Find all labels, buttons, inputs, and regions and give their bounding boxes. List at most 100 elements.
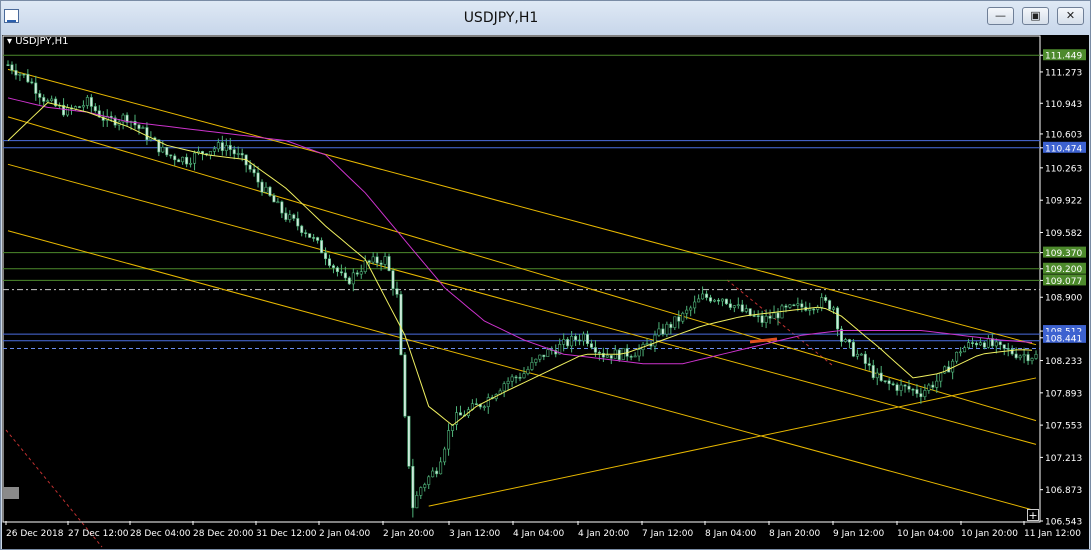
candle-body bbox=[1034, 354, 1038, 359]
candle-body bbox=[836, 307, 840, 330]
candle-body bbox=[772, 312, 776, 319]
candle-body bbox=[990, 338, 994, 347]
candle-body bbox=[859, 353, 863, 356]
candle-body bbox=[228, 145, 232, 150]
candle-body bbox=[328, 258, 331, 266]
candle-body bbox=[538, 354, 542, 360]
title-bar[interactable]: USDJPY,H1 — ▣ ✕ bbox=[1, 1, 1090, 35]
close-button[interactable]: ✕ bbox=[1057, 7, 1084, 25]
candle-body bbox=[653, 334, 657, 347]
candle-body bbox=[208, 151, 212, 156]
time-label: 4 Jan 20:00 bbox=[578, 529, 630, 539]
candle-body bbox=[320, 240, 324, 254]
price-label: 110.474 bbox=[1045, 144, 1082, 154]
candle-body bbox=[593, 347, 597, 353]
minimize-icon: — bbox=[995, 9, 1006, 22]
candle-body bbox=[42, 97, 46, 102]
candle-body bbox=[435, 470, 439, 475]
time-label: 28 Dec 04:00 bbox=[130, 529, 191, 539]
minimize-button[interactable]: — bbox=[987, 7, 1014, 25]
candle-body bbox=[339, 271, 343, 274]
candle-body bbox=[395, 288, 399, 295]
candle-body bbox=[998, 341, 1002, 346]
candle-body bbox=[681, 312, 685, 322]
time-label: 26 Dec 2018 bbox=[6, 529, 64, 539]
candle-body bbox=[415, 494, 419, 509]
candle-body bbox=[304, 232, 308, 234]
candle-body bbox=[701, 293, 705, 300]
candle-body bbox=[264, 186, 268, 193]
candle-body bbox=[867, 363, 871, 366]
candle-body bbox=[6, 64, 10, 66]
trend-line bbox=[7, 68, 1037, 346]
price-chart[interactable]: 111.449 111.273 110.943 110.603 110.474 110.2… bbox=[2, 35, 1089, 549]
order-marker bbox=[749, 337, 778, 344]
candle-body bbox=[431, 470, 435, 478]
symbol-label-text: USDJPY,H1 bbox=[15, 36, 69, 47]
candle-body bbox=[403, 354, 407, 417]
candle-body bbox=[526, 369, 530, 374]
candle-body bbox=[216, 142, 220, 150]
candle-body bbox=[899, 384, 903, 391]
candle-body bbox=[832, 307, 836, 310]
candle-body bbox=[351, 272, 355, 285]
candle-body bbox=[347, 277, 351, 285]
candle-body bbox=[669, 323, 673, 328]
candle-body bbox=[50, 98, 54, 101]
candle-body bbox=[705, 293, 709, 298]
candle-body bbox=[927, 384, 931, 391]
candle-body bbox=[427, 476, 431, 485]
time-label: 9 Jan 12:00 bbox=[833, 529, 885, 539]
candle-body bbox=[1002, 344, 1006, 349]
candle-body bbox=[77, 106, 81, 108]
candle-body bbox=[800, 303, 804, 308]
candle-body bbox=[851, 341, 855, 357]
candle-body bbox=[331, 265, 335, 268]
candle-body bbox=[1014, 353, 1018, 359]
candle-body bbox=[713, 299, 716, 302]
candle-body bbox=[185, 156, 189, 165]
chart-canvas[interactable]: 111.449 111.273 110.943 110.603 110.474 110.2… bbox=[2, 35, 1089, 549]
candle-body bbox=[986, 338, 990, 348]
candle-body bbox=[915, 389, 919, 394]
price-label: 109.370 bbox=[1045, 249, 1082, 259]
candle-body bbox=[776, 312, 780, 319]
trend-line bbox=[7, 163, 1037, 445]
candle-body bbox=[685, 309, 689, 314]
candle-body bbox=[661, 328, 665, 335]
candle-body bbox=[967, 342, 971, 348]
candle-body bbox=[423, 484, 427, 488]
candle-body bbox=[855, 353, 859, 357]
restore-button[interactable]: ▣ bbox=[1022, 7, 1049, 25]
price-label: 106.543 bbox=[1045, 518, 1082, 528]
candle-body bbox=[14, 70, 18, 76]
candle-body bbox=[903, 384, 907, 387]
candle-body bbox=[375, 256, 379, 264]
candle-body bbox=[542, 354, 546, 357]
price-label: 108.233 bbox=[1045, 357, 1082, 367]
candle-body bbox=[177, 159, 181, 163]
time-label: 31 Dec 12:00 bbox=[256, 529, 317, 539]
candle-body bbox=[510, 376, 514, 382]
candle-body bbox=[939, 372, 943, 382]
candle-body bbox=[748, 308, 752, 316]
candle-body bbox=[383, 256, 387, 265]
candle-body bbox=[387, 256, 391, 271]
price-label: 110.603 bbox=[1045, 130, 1082, 140]
candle-body bbox=[534, 358, 538, 363]
trend-line bbox=[7, 230, 1037, 512]
time-label: 3 Jan 12:00 bbox=[449, 529, 501, 539]
chart-scroll-handle[interactable] bbox=[3, 487, 19, 499]
time-label: 4 Jan 04:00 bbox=[513, 529, 565, 539]
candle-body bbox=[740, 304, 744, 312]
candle-body bbox=[744, 308, 748, 312]
candle-body bbox=[784, 305, 788, 308]
candle-body bbox=[165, 146, 169, 156]
candle-body bbox=[300, 225, 304, 233]
candle-body bbox=[752, 315, 756, 317]
candle-body bbox=[411, 465, 415, 509]
candle-body bbox=[792, 304, 796, 307]
zoom-in-button[interactable]: + bbox=[1027, 509, 1039, 521]
candle-body bbox=[982, 342, 986, 348]
candle-body bbox=[22, 73, 26, 76]
